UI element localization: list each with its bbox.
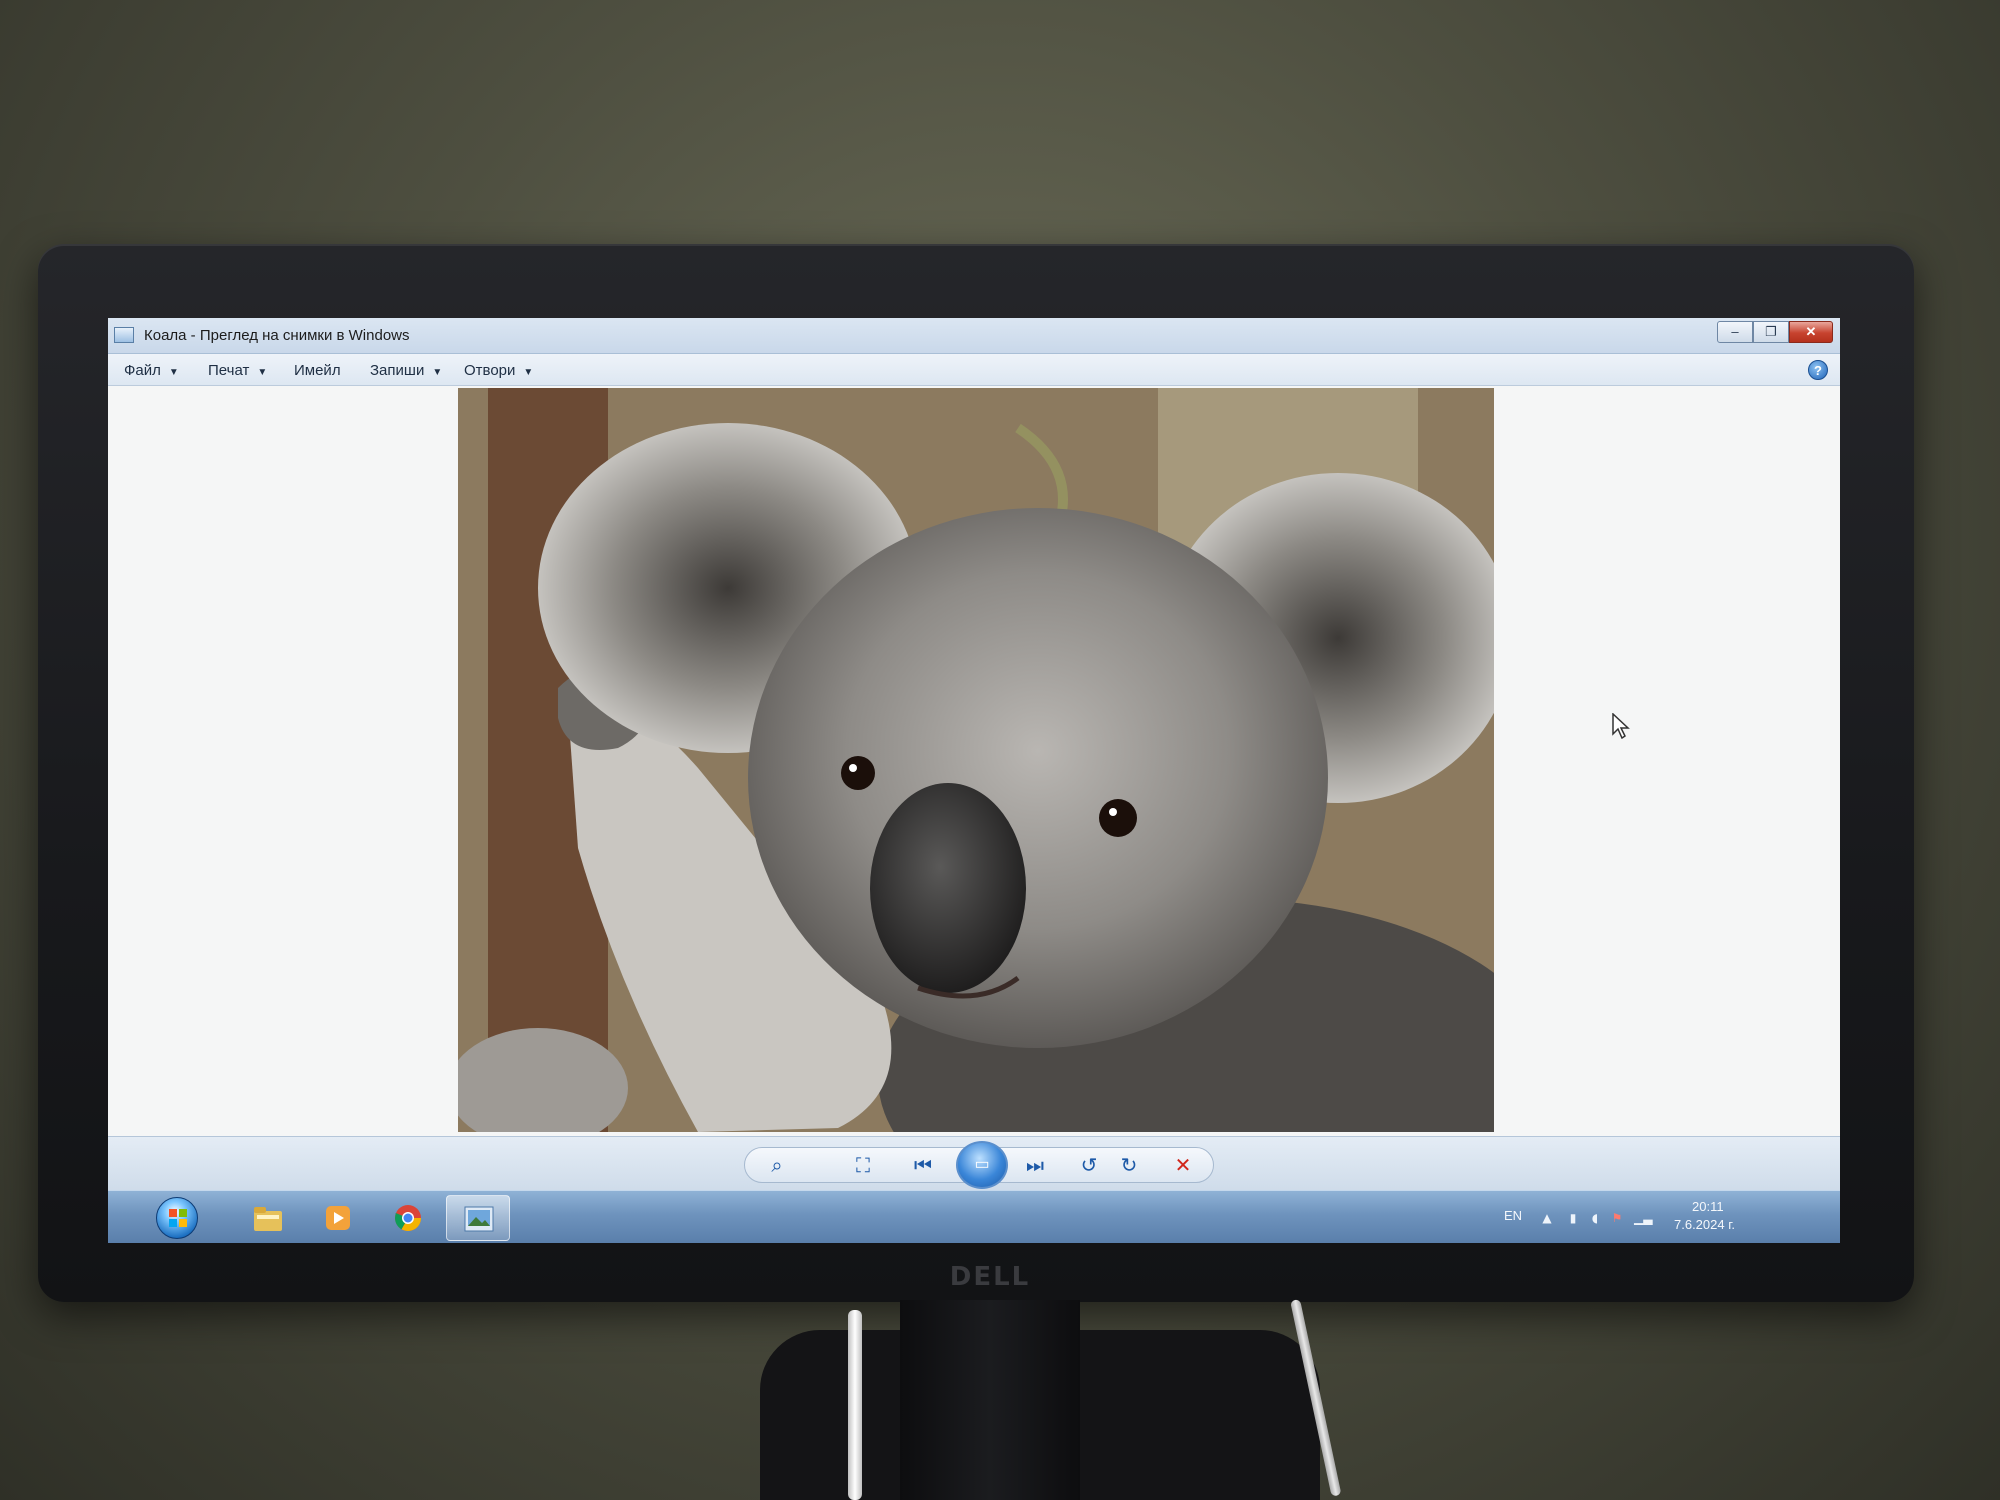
menu-bar: Файл ▼ Печат ▼ Имейл Запиши ▼ Отвори ▼ ? [108, 354, 1840, 386]
menu-open-label: Отвори [464, 362, 516, 379]
close-button[interactable]: ✕ [1789, 321, 1833, 343]
monitor-stand-neck [900, 1300, 1080, 1500]
magnifier-icon[interactable]: ⌕ [762, 1151, 792, 1179]
clock-time[interactable]: 20:11 [1692, 1199, 1724, 1214]
taskbar-photo-viewer[interactable] [446, 1195, 510, 1241]
explorer-icon [254, 1207, 282, 1231]
chevron-down-icon: ▼ [523, 367, 534, 378]
maximize-button[interactable]: ❐ [1753, 321, 1789, 343]
rotate-cw-icon[interactable]: ↻ [1114, 1151, 1144, 1179]
prev-icon[interactable]: ⏮ [908, 1151, 938, 1179]
minimize-button[interactable]: – [1717, 321, 1753, 343]
chevron-down-icon: ▼ [168, 367, 179, 378]
menu-print-label: Печат [208, 362, 250, 379]
usb-cable [848, 1310, 862, 1500]
koala-photo[interactable] [458, 388, 1494, 1132]
next-icon[interactable]: ⏭ [1020, 1151, 1050, 1179]
window-title: Коала - Преглед на снимки в Windows [144, 327, 410, 344]
viewer-control-bar: ⌕ ⛶ ⏮ ▭ ⏭ ↺ ↻ ✕ [108, 1136, 1840, 1190]
taskbar-media-player[interactable] [306, 1195, 370, 1241]
taskbar-explorer[interactable] [236, 1195, 300, 1241]
chevron-down-icon: ▼ [432, 367, 443, 378]
dell-logo: DELL [949, 1262, 1031, 1292]
taskbar: EN ▲ ▮ ◖ ⚑ ▁▃ 20:11 7.6.2024 г. [108, 1190, 1840, 1243]
koala-image [458, 388, 1494, 1132]
network-icon[interactable]: ▁▃ [1634, 1211, 1652, 1225]
menu-file-label: Файл [124, 362, 161, 379]
photo-viewer-app-icon[interactable] [114, 327, 134, 343]
volume-icon[interactable]: ◖ [1588, 1211, 1602, 1225]
language-indicator[interactable]: EN [1504, 1208, 1522, 1223]
delete-icon[interactable]: ✕ [1168, 1151, 1198, 1179]
menu-burn[interactable]: Запиши ▼ [370, 362, 442, 379]
screen: Коала - Преглед на снимки в Windows – ❐ … [108, 318, 1840, 1243]
chrome-icon [394, 1205, 422, 1232]
image-viewer-area[interactable] [108, 386, 1840, 1136]
rotate-ccw-icon[interactable]: ↺ [1074, 1151, 1104, 1179]
media-player-icon [326, 1206, 350, 1230]
fit-icon[interactable]: ⛶ [848, 1151, 878, 1179]
clock-date[interactable]: 7.6.2024 г. [1674, 1217, 1735, 1232]
menu-email-label: Имейл [294, 362, 341, 379]
menu-email[interactable]: Имейл [294, 362, 341, 379]
slideshow-icon[interactable]: ▭ [956, 1141, 1008, 1189]
action-center-icon[interactable]: ⚑ [1610, 1211, 1624, 1225]
menu-burn-label: Запиши [370, 362, 425, 379]
title-bar[interactable]: Коала - Преглед на снимки в Windows – ❐ … [108, 318, 1840, 354]
windows-flag-icon [169, 1209, 187, 1227]
show-hidden-icons-icon[interactable]: ▲ [1540, 1211, 1554, 1225]
chevron-down-icon: ▼ [257, 367, 268, 378]
menu-file[interactable]: Файл ▼ [124, 362, 179, 379]
mouse-cursor-icon [1612, 713, 1630, 739]
menu-print[interactable]: Печат ▼ [208, 362, 267, 379]
photo-viewer-icon [464, 1206, 494, 1232]
menu-open[interactable]: Отвори ▼ [464, 362, 533, 379]
taskbar-chrome[interactable] [376, 1195, 440, 1241]
help-icon[interactable]: ? [1808, 360, 1828, 380]
battery-icon[interactable]: ▮ [1566, 1211, 1580, 1225]
